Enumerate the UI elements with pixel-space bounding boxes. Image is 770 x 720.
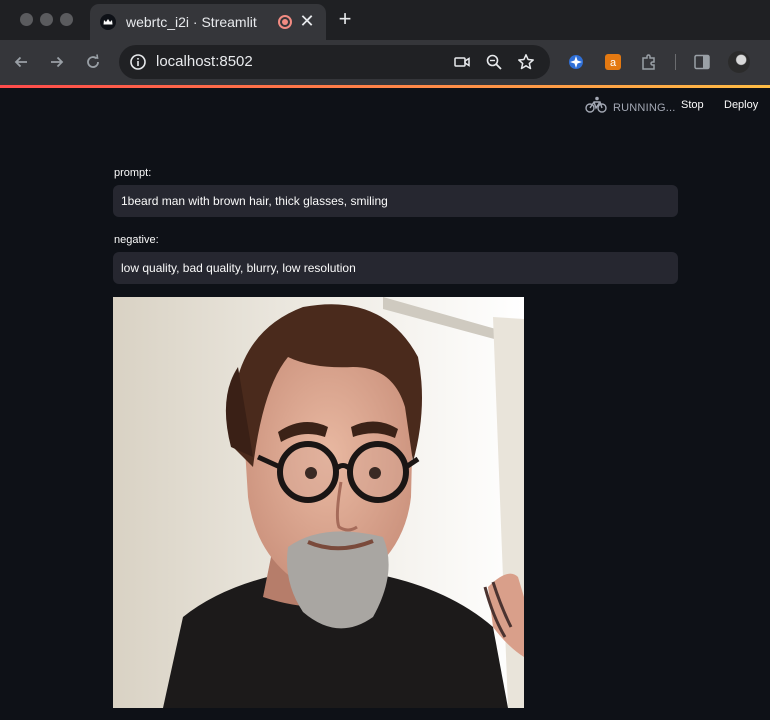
stop-button[interactable]: Stop xyxy=(681,99,704,111)
maximize-window-button[interactable] xyxy=(60,13,73,26)
camera-in-use-icon[interactable] xyxy=(453,53,471,71)
browser-tab[interactable]: webrtc_i2i · Streamlit ✕ xyxy=(90,4,326,40)
streamlit-crown-icon xyxy=(100,14,116,30)
running-status: RUNNING... xyxy=(585,96,676,119)
address-bar[interactable]: localhost:8502 xyxy=(119,45,550,79)
app-header: RUNNING... Stop Deploy xyxy=(0,88,770,124)
extension-shield-icon[interactable] xyxy=(566,52,586,72)
running-bicycle-icon xyxy=(585,96,607,119)
site-info-icon[interactable] xyxy=(129,53,147,71)
profile-avatar[interactable] xyxy=(728,51,750,73)
browser-toolbar: localhost:8502 a xyxy=(0,40,770,85)
deploy-button[interactable]: Deploy xyxy=(724,99,758,111)
zoom-icon[interactable] xyxy=(485,53,503,71)
toolbar-divider xyxy=(675,54,676,70)
close-window-button[interactable] xyxy=(20,13,33,26)
tab-close-icon[interactable]: ✕ xyxy=(298,12,316,30)
negative-value[interactable]: low quality, bad quality, blurry, low re… xyxy=(121,261,356,275)
recording-indicator-icon xyxy=(278,15,292,29)
url-text[interactable]: localhost:8502 xyxy=(156,53,253,70)
back-icon[interactable] xyxy=(10,51,32,73)
prompt-value[interactable]: 1beard man with brown hair, thick glasse… xyxy=(121,194,388,208)
browser-tabbar: webrtc_i2i · Streamlit ✕ + xyxy=(0,0,770,40)
side-panel-icon[interactable] xyxy=(692,52,712,72)
reload-icon[interactable] xyxy=(82,51,104,73)
minimize-window-button[interactable] xyxy=(40,13,53,26)
generated-image xyxy=(113,297,524,708)
prompt-input[interactable]: 1beard man with brown hair, thick glasse… xyxy=(113,185,678,217)
prompt-label: prompt: xyxy=(114,167,152,179)
extensions-puzzle-icon[interactable] xyxy=(639,52,659,72)
running-text: RUNNING... xyxy=(613,101,676,114)
amazon-extension-icon[interactable]: a xyxy=(603,52,623,72)
negative-input[interactable]: low quality, bad quality, blurry, low re… xyxy=(113,252,678,284)
forward-icon[interactable] xyxy=(46,51,68,73)
tab-title: webrtc_i2i · Streamlit xyxy=(126,14,257,30)
svg-text:a: a xyxy=(610,57,617,69)
new-tab-button[interactable]: + xyxy=(334,8,356,30)
negative-label: negative: xyxy=(114,234,159,246)
generated-portrait-image xyxy=(113,297,524,708)
bookmark-star-icon[interactable] xyxy=(517,53,535,71)
